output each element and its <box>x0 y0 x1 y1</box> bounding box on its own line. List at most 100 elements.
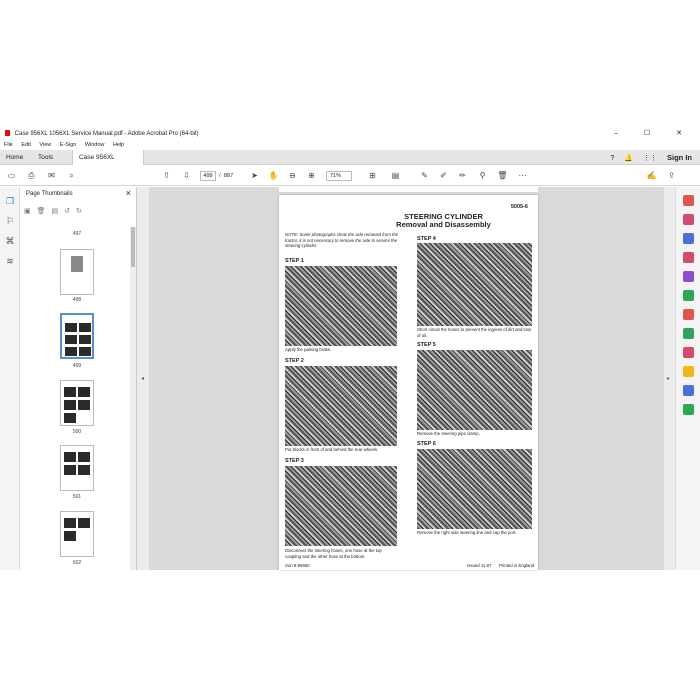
step-2-label: STEP 2 <box>285 358 304 364</box>
comment-tool-icon[interactable] <box>683 366 694 377</box>
thumbnail-page[interactable] <box>60 249 94 295</box>
step-4-photo <box>417 243 532 326</box>
layers-icon[interactable]: ≋ <box>4 255 16 267</box>
zoom-in-icon[interactable]: ⊕ <box>305 169 318 182</box>
prev-page-icon[interactable]: ⇧ <box>160 169 173 182</box>
select-cursor-icon[interactable]: ➤ <box>248 169 261 182</box>
thumbnails-scrollbar[interactable] <box>130 227 136 570</box>
window-title: Case 956XL 1056XL Service Manual.pdf - A… <box>14 131 199 137</box>
window-titlebar: Case 956XL 1056XL Service Manual.pdf - A… <box>0 128 700 140</box>
protect-icon[interactable] <box>683 385 694 396</box>
export-pdf-icon[interactable] <box>683 214 694 225</box>
thumbnail-page-selected[interactable] <box>60 313 94 359</box>
menu-file[interactable]: File <box>4 142 13 148</box>
more-tools-rail-icon[interactable] <box>683 404 694 415</box>
thumbnail-options-icon[interactable]: ▣ <box>24 208 37 215</box>
step-2-caption: Put blocks in front of and behind the re… <box>285 447 379 452</box>
scroll-mode-icon[interactable]: ▤ <box>389 169 402 182</box>
tab-home[interactable]: Home <box>0 150 29 165</box>
fit-page-icon[interactable]: ⊞ <box>366 169 379 182</box>
sign-icon[interactable]: ✍ <box>645 169 658 182</box>
panel-divider[interactable]: ◂ <box>137 187 149 570</box>
menu-edit[interactable]: Edit <box>21 142 30 148</box>
collapse-right-icon[interactable]: ▸ <box>667 375 670 382</box>
rotate-right-icon[interactable]: ↻ <box>76 208 88 215</box>
sign-in-button[interactable]: Sign In <box>667 153 692 162</box>
rotate-left-icon[interactable]: ↺ <box>64 208 76 215</box>
step-6-caption: Remove the right side steering line and … <box>417 530 517 535</box>
footer-left: Son 8-98650 <box>285 563 310 568</box>
step-1-label: STEP 1 <box>285 258 304 264</box>
search-icon[interactable]: ⌕ <box>65 169 78 182</box>
main-toolbar: ▭ ⎙ ✉ ⌕ ⇧ ⇩ 499 / 887 ➤ ✋ ⊖ ⊕ 71% ⊞ ▤ ✎ … <box>0 166 700 186</box>
attachments-icon[interactable]: ⌘ <box>4 235 16 247</box>
delete-icon[interactable]: 🗑 <box>496 169 509 182</box>
delete-page-icon[interactable]: 🗑 <box>37 208 52 215</box>
page-number-input[interactable]: 499 <box>200 171 216 181</box>
thumbnail-page[interactable] <box>60 380 94 426</box>
step-1-caption: Apply the parking brake. <box>285 347 332 352</box>
share-icon[interactable]: ⇪ <box>665 169 678 182</box>
thumb-label: 501 <box>72 494 82 500</box>
edit-pdf-icon[interactable] <box>683 252 694 263</box>
tab-document[interactable]: Case 956XL 1056X... × <box>72 150 144 176</box>
draw-icon[interactable]: ✏ <box>456 169 469 182</box>
close-panel-icon[interactable]: × <box>126 188 131 198</box>
search-tool-icon[interactable] <box>683 195 694 206</box>
thumb-label: 498 <box>72 297 82 303</box>
thumb-label: 500 <box>72 429 82 435</box>
save-icon[interactable]: ▭ <box>5 169 18 182</box>
email-icon[interactable]: ✉ <box>45 169 58 182</box>
zoom-level-select[interactable]: 71% <box>326 171 352 181</box>
hand-tool-icon[interactable]: ✋ <box>267 169 280 182</box>
bookmarks-icon[interactable]: ⚐ <box>4 215 16 227</box>
left-rail: ❐ ⚐ ⌘ ≋ <box>0 187 20 570</box>
notifications-icon[interactable]: 🔔 <box>624 155 633 162</box>
step-3-photo <box>285 466 397 546</box>
footer-printed: Printed in England <box>499 563 535 568</box>
step-3-caption: Disconnect the steering hoses, one hose … <box>285 548 382 559</box>
organize-pages-icon[interactable] <box>683 290 694 301</box>
window-controls[interactable]: – ☐ ✕ <box>614 128 694 140</box>
tab-bar: Home Tools Case 956XL 1056X... × ? 🔔 ⋮⋮ … <box>0 150 700 176</box>
page-thumbnails-icon[interactable]: ❐ <box>4 195 16 207</box>
menu-bar: File Edit View E-Sign Window Help <box>0 140 700 150</box>
document-viewer[interactable]: 5005-6 STEERING CYLINDER Removal and Dis… <box>149 187 664 570</box>
print-icon[interactable]: ⎙ <box>25 169 38 182</box>
insert-page-icon[interactable]: ▤ <box>52 208 65 215</box>
create-pdf-icon[interactable] <box>683 233 694 244</box>
apps-grid-icon[interactable]: ⋮⋮ <box>643 155 657 162</box>
tab-tools[interactable]: Tools <box>32 150 59 165</box>
menu-help[interactable]: Help <box>113 142 124 148</box>
collapse-left-icon[interactable]: ◂ <box>141 375 144 382</box>
document-scrollbar[interactable]: ▸ <box>664 187 675 570</box>
combine-files-icon[interactable] <box>683 271 694 282</box>
menu-window[interactable]: Window <box>85 142 105 148</box>
thumbnails-panel: Page Thumbnails × ▣🗑▤↺↻ 497 498 499 500 … <box>20 187 137 570</box>
scan-ocr-icon[interactable] <box>683 328 694 339</box>
help-icon[interactable]: ? <box>611 155 615 162</box>
fill-sign-icon[interactable] <box>683 309 694 320</box>
step-6-label: STEP 6 <box>417 441 436 447</box>
thumbnails-title: Page Thumbnails <box>26 191 73 197</box>
thumb-label: 497 <box>72 231 82 237</box>
scroll-thumb[interactable] <box>131 227 135 267</box>
thumbnail-tools: ▣🗑▤↺↻ <box>24 207 88 215</box>
thumb-label: 502 <box>72 560 82 566</box>
highlight-icon[interactable]: ✐ <box>437 169 450 182</box>
thumbnail-page[interactable] <box>60 511 94 557</box>
thumbnail-page[interactable] <box>60 445 94 491</box>
next-page-icon[interactable]: ⇩ <box>180 169 193 182</box>
thumb-label: 499 <box>72 363 82 369</box>
comment-icon[interactable]: ✎ <box>418 169 431 182</box>
more-tools-icon[interactable]: ⋯ <box>516 169 529 182</box>
previous-page-edge <box>279 187 538 192</box>
zoom-out-icon[interactable]: ⊖ <box>286 169 299 182</box>
account-area: ? 🔔 ⋮⋮ Sign In <box>611 150 692 165</box>
send-for-signature-icon[interactable] <box>683 347 694 358</box>
menu-view[interactable]: View <box>39 142 51 148</box>
step-4-caption: Short circuit the hoses to prevent the i… <box>417 327 532 338</box>
stamp-icon[interactable]: ⚲ <box>476 169 489 182</box>
menu-esign[interactable]: E-Sign <box>60 142 77 148</box>
footer-issued: Issued 11-97 <box>467 563 492 568</box>
